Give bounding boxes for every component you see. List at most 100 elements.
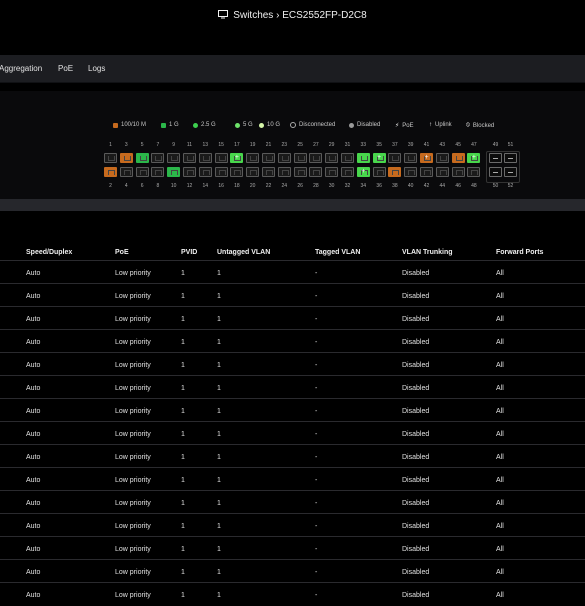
table-row[interactable]: Auto Low priority 1 1 - Disabled All [0, 329, 585, 353]
table-row[interactable]: Auto Low priority 1 1 - Disabled All [0, 260, 585, 284]
table-cell: 1 [181, 431, 185, 438]
port-12[interactable] [183, 167, 196, 177]
port-18[interactable] [230, 167, 244, 177]
port-27[interactable] [309, 153, 323, 163]
port-3[interactable] [119, 153, 133, 163]
port-42[interactable] [420, 167, 433, 177]
table-row[interactable]: Auto Low priority 1 1 - Disabled All [0, 467, 585, 491]
table-cell: 1 [217, 385, 221, 392]
tab-poe[interactable]: PoE [58, 64, 73, 73]
table-cell: - [315, 408, 318, 415]
port-45[interactable] [451, 153, 465, 163]
table-row[interactable]: Auto Low priority 1 1 - Disabled All [0, 582, 585, 606]
port-number: 5 [140, 142, 144, 148]
table-cell: All [496, 569, 504, 576]
column-header[interactable]: Speed/Duplex [26, 249, 72, 256]
table-cell: Low priority [115, 500, 151, 507]
table-row[interactable]: Auto Low priority 1 1 - Disabled All [0, 513, 585, 537]
table-row[interactable]: Auto Low priority 1 1 - Disabled All [0, 444, 585, 468]
port-8[interactable] [151, 167, 165, 177]
table-row[interactable]: Auto Low priority 1 1 - Disabled All [0, 398, 585, 422]
port-17[interactable]: + [230, 153, 244, 163]
port-number: 29 [328, 142, 335, 148]
port-33[interactable] [356, 153, 370, 163]
port-31[interactable] [341, 153, 354, 163]
port-14[interactable] [198, 167, 212, 177]
port-19[interactable] [246, 153, 260, 163]
port-number: 39 [407, 142, 414, 148]
legend-item: ⚡ PoE [395, 122, 414, 130]
table-row[interactable]: Auto Low priority 1 1 - Disabled All [0, 536, 585, 560]
port-25[interactable] [293, 153, 307, 163]
port-9[interactable] [167, 153, 181, 163]
column-header[interactable]: Tagged VLAN [315, 249, 360, 256]
port-46[interactable] [451, 167, 465, 177]
port-26[interactable] [293, 167, 307, 177]
legend-item: 10 G [259, 122, 280, 128]
table-row[interactable]: Auto Low priority 1 1 - Disabled All [0, 306, 585, 330]
port-13[interactable] [198, 153, 212, 163]
port-38[interactable] [388, 167, 402, 177]
port-10[interactable] [167, 167, 181, 177]
table-row[interactable]: Auto Low priority 1 1 - Disabled All [0, 421, 585, 445]
port-24[interactable] [277, 167, 291, 177]
table-row[interactable]: Auto Low priority 1 1 - Disabled All [0, 559, 585, 583]
port-35[interactable]: + [372, 153, 386, 163]
dot-icon [259, 122, 264, 128]
port-number: 49 [492, 142, 499, 148]
tab-bar: Aggregation PoE Logs [0, 55, 585, 83]
port-number: 19 [249, 142, 256, 148]
legend-label: 5 G [243, 122, 253, 128]
port-21[interactable] [262, 153, 275, 163]
port-16[interactable] [214, 167, 228, 177]
table-row[interactable]: Auto Low priority 1 1 - Disabled All [0, 283, 585, 307]
table-cell: - [315, 500, 318, 507]
port-28[interactable] [309, 167, 323, 177]
port-7[interactable] [151, 153, 165, 163]
column-header[interactable]: PoE [115, 249, 129, 256]
port-43[interactable] [435, 153, 449, 163]
port-6[interactable] [135, 167, 149, 177]
table-row[interactable]: Auto Low priority 1 1 - Disabled All [0, 352, 585, 376]
port-20[interactable] [246, 167, 260, 177]
column-header[interactable]: Untagged VLAN [217, 249, 270, 256]
table-row[interactable]: Auto Low priority 1 1 - Disabled All [0, 375, 585, 399]
port-4[interactable] [119, 167, 133, 177]
port-number: 23 [281, 142, 288, 148]
table-cell: Auto [26, 316, 41, 323]
table-row[interactable]: Auto Low priority 1 1 - Disabled All [0, 490, 585, 514]
port-22[interactable] [262, 167, 275, 177]
port-number: 8 [156, 183, 160, 189]
column-header[interactable]: PVID [181, 249, 197, 256]
legend-item: 2.5 G [193, 122, 216, 128]
port-5[interactable] [135, 153, 149, 163]
port-34[interactable]: + [356, 167, 370, 177]
table-cell: Disabled [402, 592, 430, 599]
tab-logs[interactable]: Logs [88, 64, 105, 73]
port-36[interactable] [372, 167, 386, 177]
table-cell: Auto [26, 293, 41, 300]
table-cell: All [496, 293, 504, 300]
table-cell: 1 [181, 477, 185, 484]
port-48[interactable] [467, 167, 481, 177]
port-1[interactable] [104, 153, 117, 163]
port-29[interactable] [325, 153, 339, 163]
port-47[interactable]: + [467, 153, 481, 163]
column-header[interactable]: Forward Ports [496, 249, 543, 256]
port-44[interactable] [435, 167, 449, 177]
port-37[interactable] [388, 153, 402, 163]
port-2[interactable] [104, 167, 117, 177]
port-11[interactable] [183, 153, 196, 163]
port-32[interactable] [341, 167, 354, 177]
port-39[interactable] [404, 153, 418, 163]
column-header[interactable]: VLAN Trunking [402, 249, 453, 256]
table-cell: Disabled [402, 500, 430, 507]
port-number: 40 [407, 183, 414, 189]
table-cell: Low priority [115, 546, 151, 553]
tab-aggregation[interactable]: Aggregation [0, 64, 42, 73]
port-15[interactable] [214, 153, 228, 163]
port-23[interactable] [277, 153, 291, 163]
port-40[interactable] [404, 167, 418, 177]
port-41[interactable]: + [420, 153, 433, 163]
port-30[interactable] [325, 167, 339, 177]
